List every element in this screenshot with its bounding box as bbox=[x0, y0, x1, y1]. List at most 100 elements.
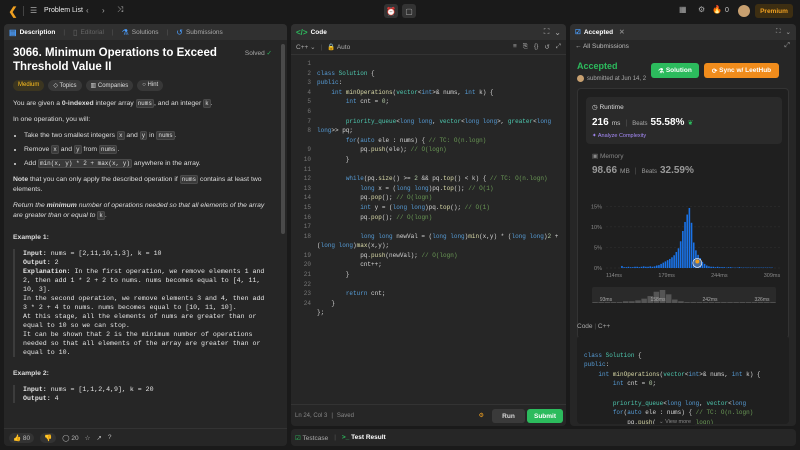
comments-button[interactable]: ◯ 20 bbox=[62, 434, 78, 442]
code-icon: </> bbox=[296, 27, 308, 37]
premium-button[interactable]: Premium bbox=[755, 4, 793, 18]
view-more-link[interactable]: ⌄ View more bbox=[655, 419, 696, 425]
topics-tag[interactable]: ◇ Topics bbox=[48, 80, 82, 91]
back-to-submissions[interactable]: ← All Submissions bbox=[575, 43, 629, 50]
companies-tag[interactable]: ▥ Companies bbox=[85, 80, 134, 91]
histogram-bar bbox=[664, 261, 667, 268]
mini-x-label: 242ms bbox=[702, 297, 718, 303]
line-number: 12 bbox=[303, 175, 311, 183]
expand-icon[interactable]: ⤢ bbox=[784, 42, 790, 50]
streak-icon[interactable]: 🔥 bbox=[712, 5, 722, 14]
memory-beats: 32.59% bbox=[659, 165, 694, 176]
close-icon[interactable]: ✕ bbox=[619, 28, 624, 36]
line-number bbox=[291, 241, 311, 251]
chip-icon: ▣ bbox=[592, 153, 599, 160]
problem-statement: You are given a 0-indexed integer array … bbox=[13, 99, 272, 403]
runtime-distribution-chart[interactable]: 15% 10% 5% 0% 114ms 179ms 244ms 309ms 93ms 158ms 2… bbox=[578, 184, 790, 344]
settings-icon[interactable]: ⚙ bbox=[698, 5, 705, 14]
tag-row: Medium ◇ Topics ▥ Companies ○ Hint bbox=[13, 80, 272, 91]
histogram-bar bbox=[684, 221, 686, 268]
format-icon[interactable]: ≡ bbox=[513, 43, 517, 51]
dislike-button[interactable]: 👎 bbox=[40, 432, 57, 443]
histogram-bar bbox=[629, 267, 632, 268]
favorite-icon[interactable]: ☆ bbox=[85, 434, 91, 442]
tab-description[interactable]: ▤ Description bbox=[9, 28, 55, 37]
code-tab-bar: </> Code ⛶ ⌄ bbox=[291, 24, 566, 40]
mini-histogram-bar bbox=[629, 301, 635, 303]
runtime-box[interactable]: ◷ Runtime 216 ms | Beats 55.58% ❦ ✦ Anal… bbox=[586, 97, 782, 144]
avatar[interactable] bbox=[738, 5, 750, 17]
description-scroll[interactable]: 3066. Minimum Operations to Exceed Thres… bbox=[4, 40, 280, 426]
next-problem-icon[interactable]: › bbox=[102, 6, 105, 15]
mini-histogram-bar bbox=[727, 302, 733, 303]
chevron-down-icon[interactable]: ⌄ bbox=[554, 27, 561, 37]
leetcode-logo-icon[interactable]: ❮ bbox=[7, 5, 19, 18]
layout-icon[interactable]: ▦ bbox=[679, 5, 687, 14]
solution-button[interactable]: ⚗ Solution bbox=[651, 63, 699, 78]
notes-icon[interactable]: ▢ bbox=[402, 4, 416, 18]
tab-accepted[interactable]: ☑ Accepted ✕ bbox=[575, 28, 625, 37]
shuffle-icon[interactable]: ⤨ bbox=[117, 5, 123, 15]
problem-list-link[interactable]: Problem List bbox=[44, 7, 83, 14]
histogram-bar bbox=[660, 263, 662, 268]
tag-icon: ◇ bbox=[53, 83, 58, 89]
scrollbar[interactable] bbox=[281, 44, 285, 234]
tab-code[interactable]: </> Code bbox=[296, 28, 327, 37]
code-editor[interactable]: 12345678 9 10 11 12 13 14 15 16 17 18 19 20 21 22 23 2… bbox=[291, 57, 566, 397]
y-tick-label: 5% bbox=[594, 245, 602, 251]
histogram-bar bbox=[645, 266, 647, 268]
help-icon[interactable]: ? bbox=[108, 434, 112, 441]
comment-icon: ◯ bbox=[62, 434, 70, 442]
memory-box[interactable]: ▣ Memory 98.66 MB | Beats 32.59% bbox=[586, 148, 782, 184]
histogram-bar bbox=[727, 267, 730, 268]
tab-editorial[interactable]: ▯ Editorial bbox=[73, 28, 104, 37]
mini-x-label: 93ms bbox=[600, 297, 613, 303]
maximize-icon[interactable]: ⛶ bbox=[544, 27, 550, 37]
histogram-bar bbox=[647, 266, 649, 268]
clock-icon: ◷ bbox=[592, 104, 598, 111]
histogram-bar bbox=[662, 262, 665, 268]
analyze-complexity-link[interactable]: ✦ Analyze Complexity bbox=[592, 133, 646, 139]
runtime-beats: 55.58% bbox=[650, 117, 685, 128]
submit-button[interactable]: Submit bbox=[527, 409, 563, 423]
tab-test-result[interactable]: >_ Test Result bbox=[342, 434, 386, 441]
hint-tag[interactable]: ○ Hint bbox=[137, 80, 164, 91]
fullscreen-icon[interactable]: ⤢ bbox=[556, 43, 561, 51]
run-button[interactable]: Run bbox=[492, 409, 525, 423]
sync-leethub-button[interactable]: ⟳ Sync w/ LeetHub bbox=[704, 63, 779, 78]
line-number: 6 bbox=[307, 107, 311, 115]
chevron-down-icon[interactable]: ⌄ bbox=[786, 28, 791, 36]
bookmark-icon[interactable]: ⎘ bbox=[523, 43, 528, 51]
timer-icon[interactable]: ⏰ bbox=[384, 4, 398, 18]
tab-solutions[interactable]: ⚗ Solutions bbox=[122, 28, 159, 37]
like-button[interactable]: 👍 80 bbox=[9, 432, 35, 443]
mini-histogram-bar bbox=[635, 300, 641, 303]
description-panel: ▤ Description | ▯ Editorial | ⚗ Solutions |… bbox=[4, 24, 287, 446]
mini-histogram-bar bbox=[696, 302, 703, 303]
auto-toggle[interactable]: 🔒 Auto bbox=[327, 43, 350, 51]
histogram-bar bbox=[632, 267, 634, 268]
prev-problem-icon[interactable]: ‹ bbox=[86, 6, 89, 15]
histogram-bar bbox=[636, 266, 638, 268]
reset-icon[interactable]: ↺ bbox=[544, 43, 549, 51]
solved-badge: Solved ✓ bbox=[244, 50, 272, 57]
histogram-bar bbox=[682, 231, 684, 268]
share-icon[interactable]: ↗ bbox=[96, 434, 101, 442]
tab-submissions[interactable]: ↺ Submissions bbox=[176, 28, 223, 37]
mini-x-label: 158ms bbox=[650, 297, 666, 303]
language-select[interactable]: C++ ⌄ bbox=[296, 43, 316, 51]
maximize-icon[interactable]: ⛶ bbox=[776, 28, 781, 36]
braces-icon[interactable]: {} bbox=[534, 43, 538, 51]
tab-testcase[interactable]: ☑ Testcase bbox=[295, 434, 328, 442]
histogram-bar bbox=[723, 267, 725, 268]
line-number bbox=[291, 136, 311, 146]
histogram-bar bbox=[669, 258, 671, 268]
debug-icon[interactable]: ⚙ bbox=[479, 412, 484, 419]
editor-footer: Ln 24, Col 3 | Saved ⚙ Run Submit bbox=[291, 404, 566, 426]
histogram-bar bbox=[729, 267, 732, 268]
leaf-icon: ❦ bbox=[687, 120, 694, 127]
mini-histogram-bar bbox=[770, 302, 776, 303]
line-numbers: 12345678 9 10 11 12 13 14 15 16 17 18 19 20 21 22 23 2… bbox=[291, 59, 311, 308]
mini-x-label: 326ms bbox=[754, 297, 770, 303]
mini-histogram-bar bbox=[684, 302, 690, 303]
